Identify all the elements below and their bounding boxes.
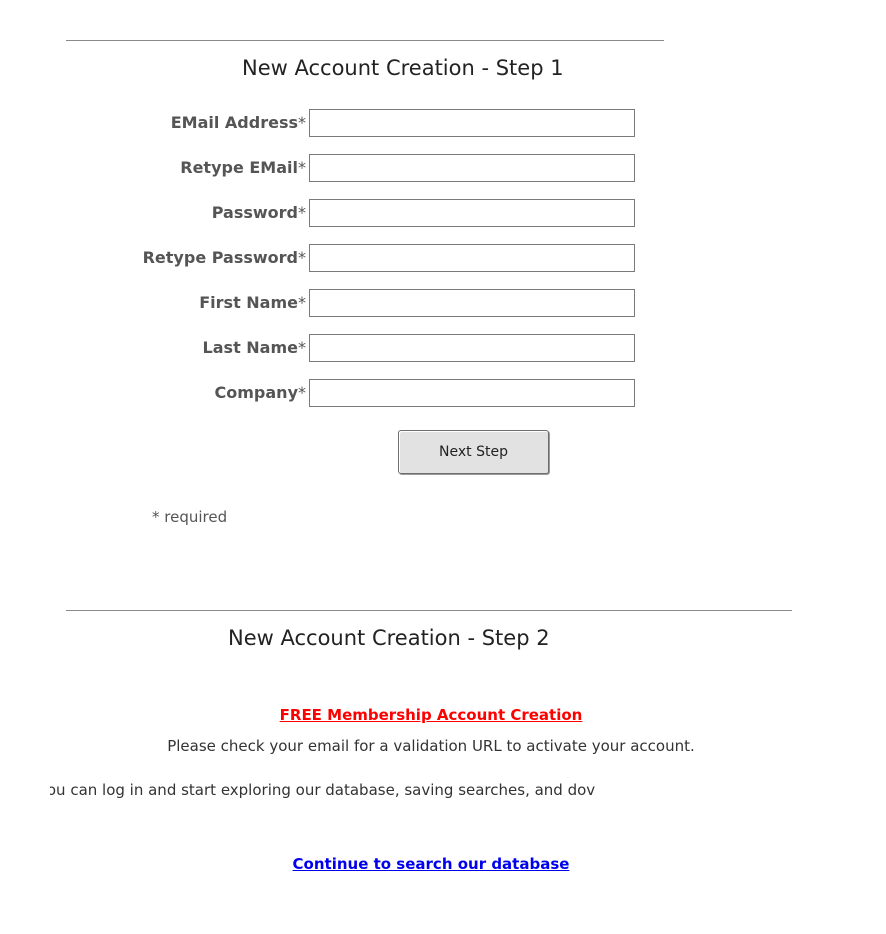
step2-heading: New Account Creation - Step 2 xyxy=(228,626,550,650)
last-name-label: Last Name* xyxy=(202,338,306,357)
next-step-button[interactable]: Next Step xyxy=(398,430,549,474)
first-name-label: First Name* xyxy=(199,293,306,312)
section-divider-step1 xyxy=(66,40,664,41)
retype-email-label: Retype EMail* xyxy=(180,158,306,177)
explore-message: you can log in and start exploring our d… xyxy=(50,781,596,799)
step1-heading: New Account Creation - Step 1 xyxy=(242,56,564,80)
last-name-field[interactable] xyxy=(309,334,635,362)
password-label: Password* xyxy=(211,203,306,222)
retype-password-field[interactable] xyxy=(309,244,635,272)
company-label: Company* xyxy=(214,383,306,402)
retype-email-field[interactable] xyxy=(309,154,635,182)
free-membership-link[interactable]: FREE Membership Account Creation xyxy=(0,706,862,724)
email-field[interactable] xyxy=(309,109,635,137)
company-field[interactable] xyxy=(309,379,635,407)
first-name-field[interactable] xyxy=(309,289,635,317)
retype-password-label: Retype Password* xyxy=(142,248,306,267)
section-divider-step2 xyxy=(66,610,792,611)
continue-search-link[interactable]: Continue to search our database xyxy=(0,855,862,873)
check-email-message: Please check your email for a validation… xyxy=(167,737,695,755)
password-field[interactable] xyxy=(309,199,635,227)
email-label: EMail Address* xyxy=(170,113,306,132)
required-note: * required xyxy=(152,508,228,526)
explore-message-clip: you can log in and start exploring our d… xyxy=(50,781,792,805)
